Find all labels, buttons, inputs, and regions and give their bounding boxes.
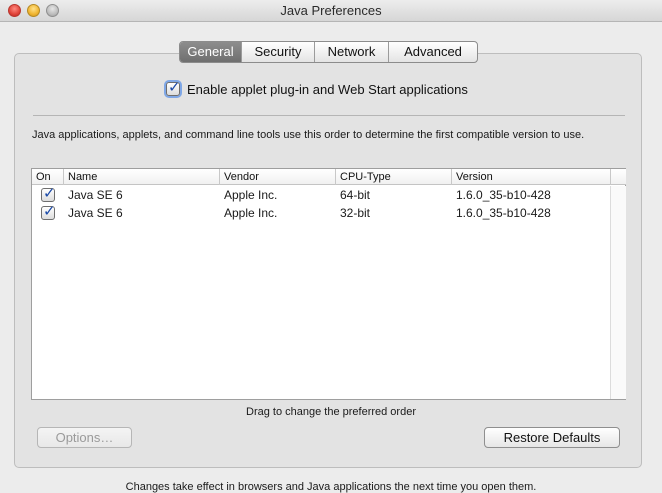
checkmark-icon: ✓ — [168, 79, 181, 96]
row-enabled-checkbox[interactable]: ✓ — [41, 203, 56, 221]
checkmark-icon: ✓ — [43, 185, 56, 203]
row-cpu-type: 64-bit — [340, 188, 371, 202]
table-header: On Name Vendor CPU-Type Version — [32, 169, 610, 185]
row-name: Java SE 6 — [68, 188, 123, 202]
row-version: 1.6.0_35-b10-428 — [456, 206, 551, 220]
column-header-version[interactable]: Version — [452, 169, 610, 185]
window-title: Java Preferences — [280, 3, 382, 18]
tab-general[interactable]: General — [180, 42, 242, 62]
java-versions-table[interactable]: On Name Vendor CPU-Type Version ✓ Java S… — [31, 168, 626, 400]
tab-security[interactable]: Security — [242, 42, 315, 62]
tab-advanced[interactable]: Advanced — [389, 42, 477, 62]
header-corner — [610, 169, 626, 185]
checkmark-icon: ✓ — [43, 203, 56, 221]
column-header-on[interactable]: On — [32, 169, 64, 185]
restore-defaults-button[interactable]: Restore Defaults — [484, 427, 620, 448]
row-vendor: Apple Inc. — [224, 206, 278, 220]
column-header-name[interactable]: Name — [64, 169, 220, 185]
order-description: Java applications, applets, and command … — [32, 129, 585, 141]
table-row[interactable]: ✓ Java SE 6 Apple Inc. 64-bit 1.6.0_35-b… — [32, 185, 610, 204]
row-enabled-checkbox[interactable]: ✓ — [41, 185, 56, 203]
row-version: 1.6.0_35-b10-428 — [456, 188, 551, 202]
tab-network[interactable]: Network — [315, 42, 389, 62]
java-preferences-window: Java Preferences General Security Networ… — [0, 0, 662, 493]
column-header-vendor[interactable]: Vendor — [220, 169, 336, 185]
enable-applet-checkbox[interactable]: ✓ — [166, 79, 181, 96]
options-button[interactable]: Options… — [37, 427, 132, 448]
row-enabled-cell: ✓ — [32, 203, 64, 221]
enable-applet-row[interactable]: ✓ Enable applet plug-in and Web Start ap… — [166, 79, 468, 98]
row-cpu-type: 32-bit — [340, 206, 371, 220]
title-bar[interactable]: Java Preferences — [0, 0, 662, 22]
table-row[interactable]: ✓ Java SE 6 Apple Inc. 32-bit 1.6.0_35-b… — [32, 203, 610, 222]
vertical-scrollbar[interactable] — [610, 186, 626, 399]
enable-applet-label[interactable]: Enable applet plug-in and Web Start appl… — [187, 82, 468, 97]
preference-tabs: General Security Network Advanced — [179, 41, 478, 63]
row-enabled-cell: ✓ — [32, 185, 64, 203]
row-vendor: Apple Inc. — [224, 188, 278, 202]
table-body: ✓ Java SE 6 Apple Inc. 64-bit 1.6.0_35-b… — [32, 185, 610, 222]
column-header-cpu-type[interactable]: CPU-Type — [336, 169, 452, 185]
drag-hint: Drag to change the preferred order — [246, 406, 416, 418]
separator — [33, 115, 625, 116]
footer-note: Changes take effect in browsers and Java… — [125, 481, 537, 493]
row-name: Java SE 6 — [68, 206, 123, 220]
